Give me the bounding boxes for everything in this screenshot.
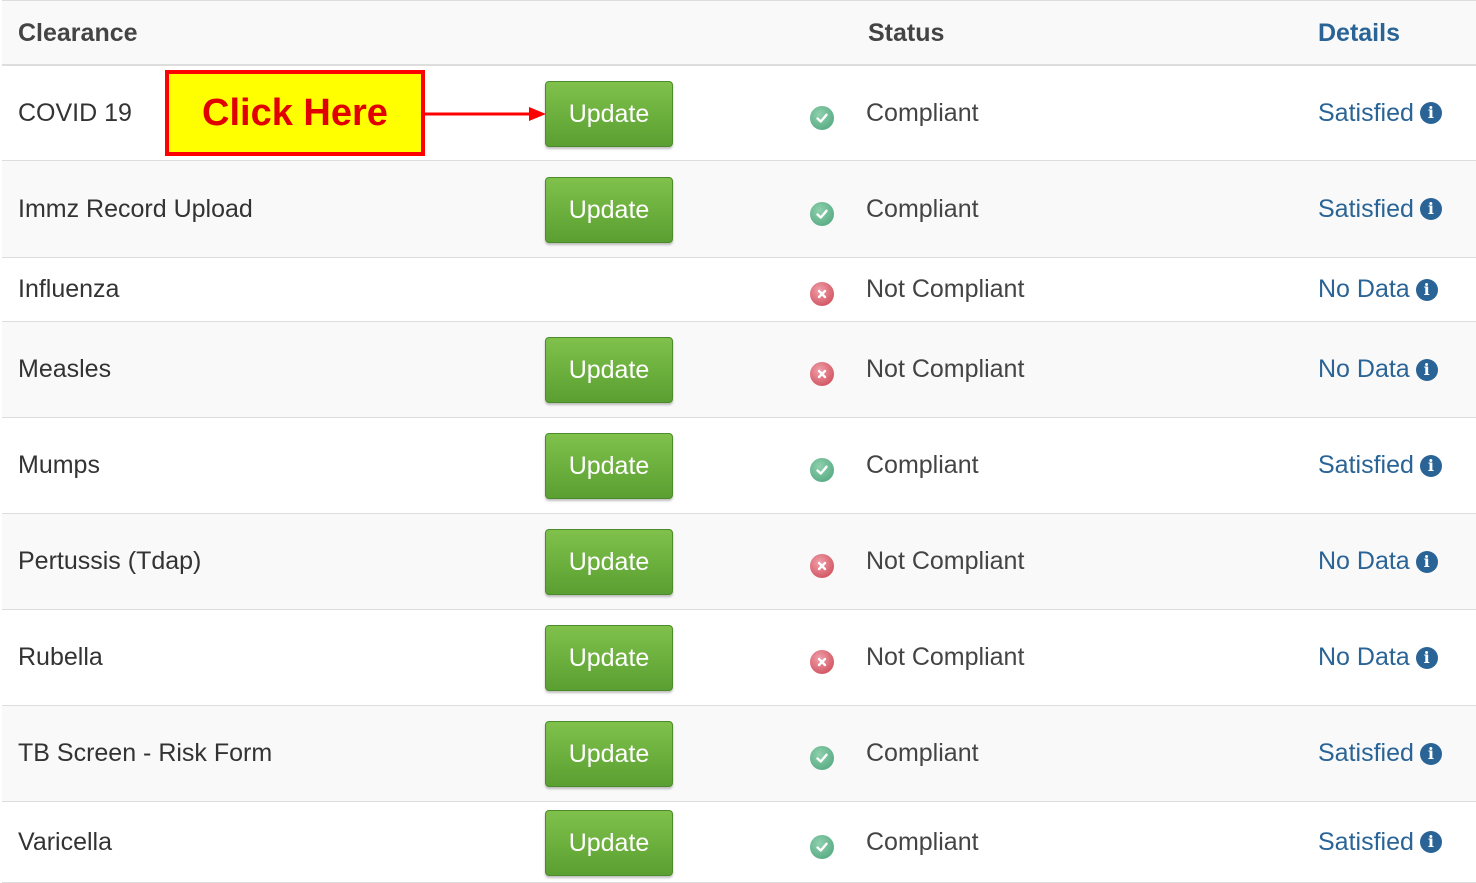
clearance-name: Immz Record Upload <box>18 194 253 223</box>
status-text: Not Compliant <box>866 355 1025 383</box>
status-text: Not Compliant <box>866 643 1025 671</box>
details-link-label: No Data <box>1318 355 1410 383</box>
callout-arrow-icon <box>425 107 546 121</box>
check-circle-icon <box>810 835 834 859</box>
column-header-clearance: Clearance <box>18 19 138 47</box>
table-row: Influenza Not Compliant No Data i <box>2 258 1476 322</box>
clearance-name: Mumps <box>18 451 100 479</box>
details-link-label: Satisfied <box>1318 451 1414 479</box>
update-button[interactable]: Update <box>545 81 673 147</box>
status-text: Compliant <box>866 194 979 223</box>
clearance-name: Measles <box>18 355 112 383</box>
column-header-details: Details <box>1318 19 1400 47</box>
clearance-name: COVID 19 <box>18 98 132 127</box>
table-row: Immz Record Upload Update Compliant Satisfi… <box>2 161 1476 258</box>
table-row: Varicella Update Compliant Satisfied i <box>2 802 1476 883</box>
clearance-name: Influenza <box>18 275 120 303</box>
info-icon[interactable]: i <box>1415 358 1438 381</box>
table-row: TB Screen - Risk Form Update Compliant Sati… <box>2 706 1476 802</box>
details-link[interactable]: Satisfied i <box>1318 161 1442 257</box>
clearance-name: Pertussis (Tdap) <box>18 547 202 575</box>
details-link[interactable]: Satisfied i <box>1318 802 1442 882</box>
update-button[interactable]: Update <box>545 337 673 403</box>
info-icon[interactable]: i <box>1415 550 1438 573</box>
info-icon[interactable]: i <box>1419 831 1442 853</box>
info-icon[interactable]: i <box>1419 742 1442 765</box>
update-button[interactable]: Update <box>545 529 673 595</box>
status-text: Compliant <box>866 451 979 479</box>
x-circle-icon <box>810 282 834 306</box>
details-link-label: No Data <box>1318 547 1410 575</box>
info-icon[interactable]: i <box>1415 278 1438 301</box>
details-link[interactable]: No Data i <box>1318 258 1438 321</box>
details-link-label: Satisfied <box>1318 194 1414 223</box>
details-link-label: Satisfied <box>1318 98 1414 127</box>
x-circle-icon <box>810 554 834 578</box>
details-link-label: No Data <box>1318 643 1410 671</box>
details-link[interactable]: Satisfied i <box>1318 706 1442 801</box>
status-text: Compliant <box>866 98 979 127</box>
status-text: Not Compliant <box>866 275 1025 303</box>
details-link[interactable]: Satisfied i <box>1318 66 1442 160</box>
clearance-name: Rubella <box>18 643 103 671</box>
update-button[interactable]: Update <box>545 625 673 691</box>
status-text: Compliant <box>866 827 979 856</box>
click-here-callout: Click Here <box>165 70 425 156</box>
details-link-label: No Data <box>1318 275 1410 303</box>
x-circle-icon <box>810 650 834 674</box>
clearance-name: TB Screen - Risk Form <box>18 739 273 767</box>
update-button[interactable]: Update <box>545 721 673 787</box>
callout-text: Click Here <box>202 91 388 134</box>
details-link[interactable]: No Data i <box>1318 514 1438 609</box>
info-icon[interactable]: i <box>1415 646 1438 669</box>
clearance-name: Varicella <box>18 827 113 856</box>
info-icon[interactable]: i <box>1419 102 1442 124</box>
table-row: Mumps Update Compliant Satisfied i <box>2 418 1476 514</box>
check-circle-icon <box>810 106 834 130</box>
status-text: Not Compliant <box>866 547 1025 575</box>
details-link[interactable]: Satisfied i <box>1318 418 1442 513</box>
update-button[interactable]: Update <box>545 433 673 499</box>
update-button[interactable]: Update <box>545 177 673 243</box>
details-link[interactable]: No Data i <box>1318 322 1438 417</box>
x-circle-icon <box>810 362 834 386</box>
details-link-label: Satisfied <box>1318 739 1414 767</box>
table-header: Clearance Status Details <box>2 0 1476 66</box>
table-row: Rubella Update Not Compliant No Data i <box>2 610 1476 706</box>
column-header-status: Status <box>868 19 945 47</box>
info-icon[interactable]: i <box>1419 198 1442 220</box>
check-circle-icon <box>810 458 834 482</box>
table-row: Pertussis (Tdap) Update Not Compliant No Da… <box>2 514 1476 610</box>
check-circle-icon <box>810 202 834 226</box>
status-text: Compliant <box>866 739 979 767</box>
table-body: COVID 19 Update Compliant Satisfied i Immz Re… <box>2 66 1476 883</box>
details-link[interactable]: No Data i <box>1318 610 1438 705</box>
details-link-label: Satisfied <box>1318 827 1414 856</box>
table-row: Measles Update Not Compliant No Data i <box>2 322 1476 418</box>
update-button[interactable]: Update <box>545 810 673 876</box>
check-circle-icon <box>810 746 834 770</box>
info-icon[interactable]: i <box>1419 454 1442 477</box>
